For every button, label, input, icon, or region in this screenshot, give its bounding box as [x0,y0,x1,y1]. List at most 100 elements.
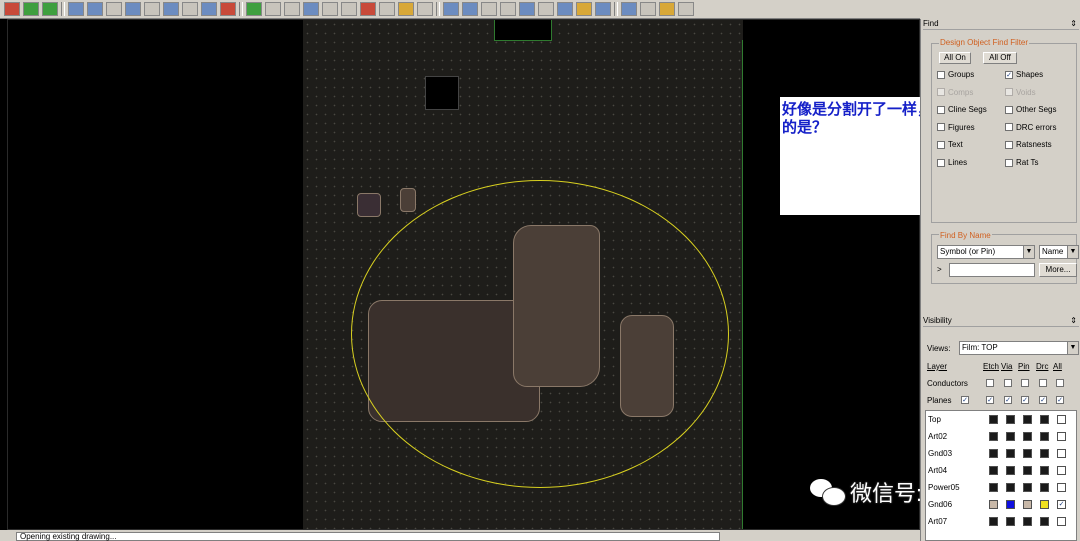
layer-all-checkbox[interactable] [1057,466,1066,475]
conductors-drc-checkbox[interactable] [1039,379,1047,387]
conductors-via-checkbox-box[interactable] [1004,379,1012,387]
new-icon[interactable] [68,2,84,16]
chevron-down-icon[interactable]: ▼ [1067,342,1078,354]
conductors-all-checkbox-box[interactable] [1056,379,1064,387]
layer-color-swatch[interactable] [1023,449,1032,458]
planes-via-checkbox-box[interactable]: ✓ [1004,396,1012,404]
planes-etch-checkbox[interactable]: ✓ [986,396,994,404]
layer-color-swatch[interactable] [1023,415,1032,424]
layer-color-swatch[interactable] [989,449,998,458]
design-canvas[interactable] [7,19,920,530]
planes-via-checkbox[interactable]: ✓ [1004,396,1012,404]
filter-voids-checkbox-box[interactable] [1005,88,1013,97]
layer-color-swatch[interactable] [1023,517,1032,526]
conductors-via-checkbox[interactable] [1004,379,1012,387]
layer-color-swatch[interactable] [1040,432,1049,441]
layer-color-swatch[interactable] [1023,500,1032,509]
filter-figures-checkbox[interactable]: Figures [937,123,975,132]
toolbar-button-1[interactable] [4,2,20,16]
cut-icon[interactable] [144,2,160,16]
layer-color-swatch[interactable] [1006,449,1015,458]
filter-drc-errors-checkbox-box[interactable] [1005,123,1013,132]
help-icon[interactable] [659,2,675,16]
delay-tune-icon[interactable] [284,2,300,16]
filter-cline-segs-checkbox-box[interactable] [937,105,945,114]
flag-icon[interactable] [538,2,554,16]
conductors-drc-checkbox-box[interactable] [1039,379,1047,387]
layer-color-swatch[interactable] [1023,432,1032,441]
edit-icon[interactable] [417,2,433,16]
filter-other-segs-checkbox[interactable]: Other Segs [1005,105,1056,114]
views-select[interactable]: Film: TOP ▼ [959,341,1079,355]
slide-icon[interactable] [265,2,281,16]
filter-groups-checkbox[interactable]: Groups [937,70,974,79]
planes-pin-checkbox[interactable]: ✓ [1021,396,1029,404]
layer-color-swatch[interactable] [989,500,998,509]
planes-all-checkbox[interactable]: ✓ [1056,396,1064,404]
move-icon[interactable] [443,2,459,16]
toolbar-button-3[interactable] [42,2,58,16]
fill-icon[interactable] [398,2,414,16]
pin-icon[interactable]: ⇕ [1070,19,1077,29]
line-icon[interactable] [341,2,357,16]
filter-lines-checkbox[interactable]: Lines [937,158,967,167]
conductors-pin-checkbox[interactable] [1021,379,1029,387]
toolbar-button-2[interactable] [23,2,39,16]
column-header-etch[interactable]: Etch [983,362,999,371]
planes-all-checkbox-box[interactable]: ✓ [1056,396,1064,404]
filter-ratsnests-checkbox-box[interactable] [1005,140,1013,149]
tool-icon[interactable] [678,2,694,16]
conductors-etch-checkbox-box[interactable] [986,379,994,387]
conductors-pin-checkbox-box[interactable] [1021,379,1029,387]
planes-master-checkbox[interactable]: ✓ [961,396,969,404]
layer-color-swatch[interactable] [1040,466,1049,475]
column-header-pin[interactable]: Pin [1018,362,1030,371]
name-select[interactable]: Name ▼ [1039,245,1079,259]
layer-all-checkbox[interactable] [1057,415,1066,424]
copy-object-icon[interactable] [462,2,478,16]
filter-shapes-checkbox[interactable]: ✓ Shapes [1005,70,1043,79]
layer-color-swatch[interactable] [989,483,998,492]
layer-color-swatch[interactable] [1040,517,1049,526]
filter-comps-checkbox-box[interactable] [937,88,945,97]
more-button[interactable]: More... [1039,263,1077,277]
save-icon[interactable] [106,2,122,16]
planes-pin-checkbox-box[interactable]: ✓ [1021,396,1029,404]
conductors-all-checkbox[interactable] [1056,379,1064,387]
layer-all-checkbox[interactable]: ✓ [1057,500,1066,509]
layer-color-swatch[interactable] [1006,483,1015,492]
find-name-input[interactable] [949,263,1035,277]
pin-icon[interactable]: ⇕ [1070,316,1077,326]
layer-color-swatch[interactable] [1006,500,1015,509]
layer-color-swatch[interactable] [1006,415,1015,424]
circle-icon[interactable] [360,2,376,16]
filter-lines-checkbox-box[interactable] [937,158,945,167]
layer-all-checkbox[interactable] [1057,483,1066,492]
filter-figures-checkbox-box[interactable] [937,123,945,132]
layer-all-checkbox[interactable] [1057,432,1066,441]
filter-rat-ts-checkbox[interactable]: Rat Ts [1005,158,1039,167]
open-icon[interactable] [87,2,103,16]
command-line[interactable]: Opening existing drawing... [16,532,720,541]
via-icon[interactable] [303,2,319,16]
filter-text-checkbox[interactable]: Text [937,140,963,149]
all-off-button[interactable]: All Off [983,52,1017,64]
column-header-drc[interactable]: Drc [1036,362,1048,371]
layer-color-swatch[interactable] [989,415,998,424]
redo-icon[interactable] [220,2,236,16]
text-icon[interactable] [519,2,535,16]
mirror-icon[interactable] [481,2,497,16]
property-icon[interactable] [576,2,592,16]
layer-color-swatch[interactable] [989,466,998,475]
shape-icon[interactable] [379,2,395,16]
chevron-down-icon[interactable]: ▼ [1067,246,1078,258]
undo-icon[interactable] [201,2,217,16]
angle-icon[interactable] [322,2,338,16]
layer-color-swatch[interactable] [1023,466,1032,475]
copy-icon[interactable] [163,2,179,16]
layer-color-swatch[interactable] [1006,432,1015,441]
print-icon[interactable] [125,2,141,16]
spin-icon[interactable] [500,2,516,16]
layer-all-checkbox[interactable] [1057,449,1066,458]
grid-icon[interactable] [595,2,611,16]
